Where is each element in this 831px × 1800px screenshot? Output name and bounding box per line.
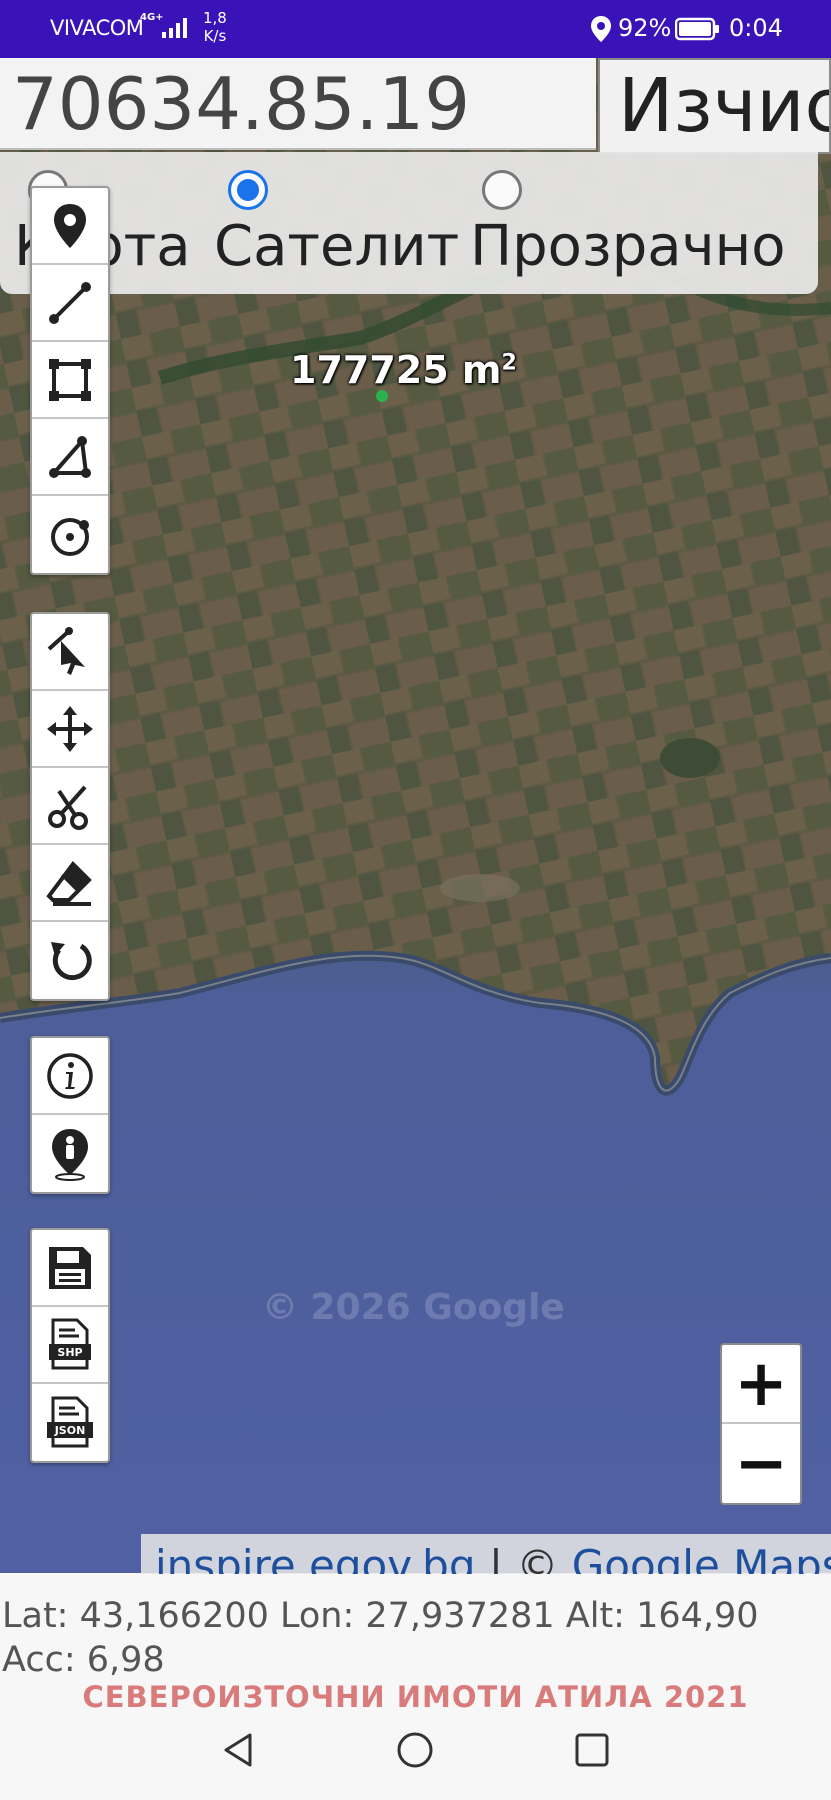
map-attribution: inspire.egov.bg | © Google Maps [141, 1534, 831, 1574]
signal-icon [162, 18, 187, 38]
select-tool-button[interactable] [32, 614, 108, 691]
info-icon [47, 1052, 93, 1099]
svg-text:SHP: SHP [57, 1346, 82, 1359]
attribution-separator: | © [475, 1541, 572, 1574]
circle-tool-button[interactable] [32, 496, 108, 573]
export-toolbar: SHP JSON [30, 1228, 110, 1463]
edit-toolbar [30, 612, 110, 1001]
footer-title: СЕВЕРОИЗТОЧНИ ИМОТИ АТИЛА 2021 [82, 1680, 749, 1714]
move-tool-button[interactable] [32, 691, 108, 768]
undo-tool-button[interactable] [32, 922, 108, 999]
area-marker[interactable] [376, 390, 388, 402]
info-button[interactable] [32, 1038, 108, 1115]
zoom-out-button[interactable]: − [722, 1424, 800, 1503]
shp-export-button[interactable]: SHP [32, 1307, 108, 1384]
inspire-link[interactable]: inspire.egov.bg [155, 1541, 476, 1574]
area-measurement: 177725 m2 [290, 348, 517, 392]
cut-icon [48, 785, 88, 830]
draw-toolbar [30, 186, 110, 575]
carrier-label: VIVACOM [50, 16, 144, 40]
svg-text:JSON: JSON [54, 1424, 86, 1437]
recents-icon[interactable] [572, 1730, 612, 1770]
rectangle-tool-button[interactable] [32, 342, 108, 419]
polygon-tool-button[interactable] [32, 419, 108, 496]
clock: 0:04 [729, 14, 783, 42]
status-bar: VIVACOM 4G+ 1,8 K/s 92% 0:04 [0, 0, 831, 58]
save-button[interactable] [32, 1230, 108, 1307]
rectangle-icon [49, 358, 91, 401]
save-icon [49, 1246, 91, 1289]
marker-icon [54, 203, 86, 248]
move-icon [47, 705, 93, 752]
cadastral-id-input[interactable]: 70634.85.19 [0, 58, 596, 150]
location-icon [591, 16, 611, 42]
eraser-tool-button[interactable] [32, 845, 108, 922]
area-unit-exponent: 2 [501, 350, 517, 376]
system-nav-bar [0, 1720, 831, 1800]
shp-export-icon: SHP [49, 1318, 91, 1369]
eraser-icon [46, 860, 92, 906]
line-tool-button[interactable] [32, 265, 108, 342]
zoom-in-button[interactable]: + [722, 1345, 800, 1424]
angle-icon [49, 435, 91, 478]
gps-readout: Lat: 43,166200 Lon: 27,937281 Alt: 164,9… [2, 1596, 759, 1680]
info-toolbar [30, 1036, 110, 1194]
calculate-button[interactable]: Изчис [598, 58, 831, 154]
cut-tool-button[interactable] [32, 768, 108, 845]
network-speed: 1,8 K/s [203, 9, 227, 45]
google-maps-link[interactable]: Google Maps [572, 1541, 831, 1574]
select-icon [47, 626, 85, 675]
radio-transparent[interactable] [482, 170, 522, 210]
json-export-button[interactable]: JSON [32, 1384, 108, 1461]
battery-percent: 92% [618, 14, 672, 42]
json-export-icon: JSON [47, 1396, 93, 1447]
layer-label-satellite[interactable]: Сателит [214, 214, 459, 279]
my-location-icon [52, 1128, 88, 1181]
map-watermark: © 2026 Google [262, 1287, 565, 1328]
home-icon[interactable] [395, 1730, 435, 1770]
area-value: 177725 m [290, 348, 502, 392]
back-icon[interactable] [218, 1730, 258, 1770]
undo-icon [51, 941, 92, 980]
zoom-control: + − [720, 1343, 802, 1505]
layer-label-transparent[interactable]: Прозрачно [470, 214, 786, 279]
speed-unit: K/s [203, 27, 227, 45]
circle-icon [51, 517, 89, 556]
battery-icon [675, 17, 719, 41]
my-location-button[interactable] [32, 1115, 108, 1192]
marker-tool-button[interactable] [32, 188, 108, 265]
radio-satellite[interactable] [228, 170, 268, 210]
speed-value: 1,8 [203, 9, 227, 27]
line-icon [49, 281, 91, 324]
